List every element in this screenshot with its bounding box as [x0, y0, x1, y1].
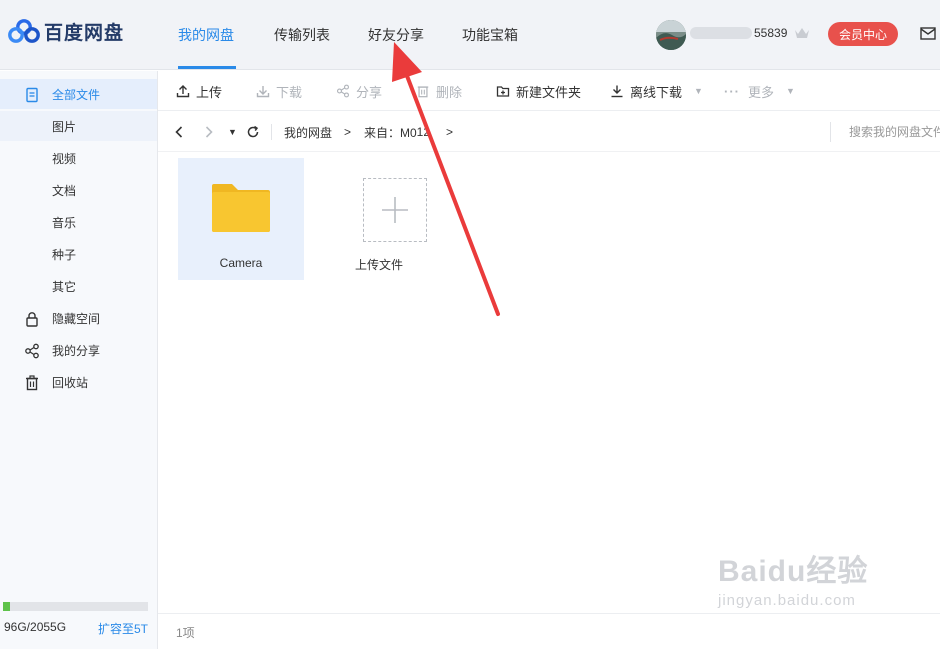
crown-icon[interactable]	[794, 26, 810, 40]
breadcrumb-separator: >	[344, 125, 352, 139]
folder-icon	[212, 184, 270, 232]
sidebar-item-label: 回收站	[52, 375, 89, 390]
sidebar-item-label: 我的分享	[52, 343, 101, 358]
storage-quota-text: 96G/2055G	[4, 620, 67, 634]
vip-center-button[interactable]: 会员中心	[828, 22, 898, 46]
refresh-button[interactable]	[246, 112, 260, 152]
avatar[interactable]	[656, 20, 686, 50]
sidebar-item-recycle-bin[interactable]: 回收站	[0, 367, 157, 397]
divider	[271, 124, 272, 140]
sidebar-item-label: 全部文件	[52, 87, 101, 102]
upload-icon	[176, 85, 190, 98]
storage-quota-bar	[3, 602, 148, 611]
app-title: 百度网盘	[44, 22, 125, 44]
sidebar-item-torrents[interactable]: 种子	[0, 239, 157, 269]
storage-quota-fill	[3, 602, 10, 611]
document-icon	[26, 87, 38, 103]
history-dropdown-icon[interactable]: ▼	[228, 112, 237, 152]
more-button[interactable]: ··· 更多 ▼	[724, 71, 795, 111]
refresh-icon	[247, 125, 259, 138]
file-name: Camera	[219, 256, 263, 270]
chevron-down-icon: ▼	[786, 86, 795, 96]
offline-download-label: 离线下载	[630, 84, 683, 100]
download-button[interactable]: 下载	[256, 71, 302, 111]
toolbar: 上传 下载 分享 删除 新建文件夹 离线下载 ▼ ··· 更多 ▼	[158, 71, 940, 111]
breadcrumb-root[interactable]: 我的网盘	[284, 112, 332, 152]
forward-button[interactable]	[204, 112, 214, 152]
share-button[interactable]: 分享	[336, 71, 382, 111]
file-tile-camera[interactable]: Camera	[178, 158, 304, 280]
lock-icon	[26, 312, 38, 327]
chevron-down-icon[interactable]: ▼	[694, 86, 703, 96]
share-icon	[25, 343, 39, 359]
upload-label: 上传	[196, 84, 223, 100]
username-redacted	[690, 27, 752, 39]
sidebar-item-images[interactable]: 图片	[0, 111, 157, 141]
sidebar-item-videos[interactable]: 视频	[0, 143, 157, 173]
sidebar-item-label: 文档	[52, 183, 77, 198]
sidebar-item-label: 种子	[52, 247, 77, 262]
more-label: 更多	[748, 84, 775, 100]
app-logo[interactable]: 百度网盘	[8, 16, 124, 46]
baidu-jingyan-watermark: Baidu经验 jingyan.baidu.com	[718, 546, 868, 609]
trash-icon	[26, 375, 38, 391]
search-input[interactable]	[830, 122, 940, 142]
sidebar-item-label: 图片	[52, 119, 77, 134]
username[interactable]: 55839	[690, 26, 787, 40]
sidebar: 全部文件 图片 视频 文档 音乐 种子 其它 隐藏空间 我的分享 回收站 96G…	[0, 71, 158, 649]
new-folder-label: 新建文件夹	[516, 84, 582, 100]
sidebar-item-label: 隐藏空间	[52, 311, 101, 326]
sidebar-item-my-shares[interactable]: 我的分享	[0, 335, 157, 365]
download-label: 下载	[276, 84, 303, 100]
chevron-right-icon	[205, 126, 213, 138]
upload-button[interactable]: 上传	[176, 71, 222, 111]
sidebar-item-hidden-space[interactable]: 隐藏空间	[0, 303, 157, 333]
watermark-logo-text: Baidu经验	[718, 555, 869, 588]
expand-storage-link[interactable]: 扩容至5T	[98, 620, 148, 637]
sidebar-item-documents[interactable]: 文档	[0, 175, 157, 205]
active-tab-indicator	[178, 66, 236, 69]
download-icon	[256, 86, 270, 98]
sidebar-item-other[interactable]: 其它	[0, 271, 157, 301]
offline-download-button[interactable]: 离线下载 ▼	[610, 71, 703, 111]
offline-download-icon	[611, 85, 623, 98]
back-button[interactable]	[174, 112, 184, 152]
tab-transfer-list[interactable]: 传输列表	[274, 0, 330, 70]
sidebar-item-label: 视频	[52, 151, 77, 166]
more-dots-icon: ···	[724, 83, 740, 99]
username-suffix: 55839	[754, 26, 788, 40]
sidebar-item-all-files[interactable]: 全部文件	[0, 79, 157, 109]
watermark-url: jingyan.baidu.com	[718, 592, 856, 609]
sidebar-item-label: 音乐	[52, 215, 77, 230]
avatar-photo-icon	[656, 20, 686, 50]
status-bar: 1项	[158, 613, 940, 649]
chevron-left-icon	[175, 126, 183, 138]
sidebar-item-label: 其它	[52, 279, 77, 294]
tab-my-netdisk[interactable]: 我的网盘	[178, 0, 234, 70]
breadcrumb-bar: ▼ 我的网盘 > 来自：M0 12 >	[158, 112, 940, 152]
sidebar-item-music[interactable]: 音乐	[0, 207, 157, 237]
mail-icon[interactable]	[920, 27, 936, 40]
share-label: 分享	[356, 84, 383, 100]
share-icon	[337, 84, 349, 98]
red-annotation-arrow-icon	[392, 42, 500, 316]
item-count: 1项	[176, 626, 195, 640]
baidu-netdisk-logo-icon	[8, 19, 40, 43]
